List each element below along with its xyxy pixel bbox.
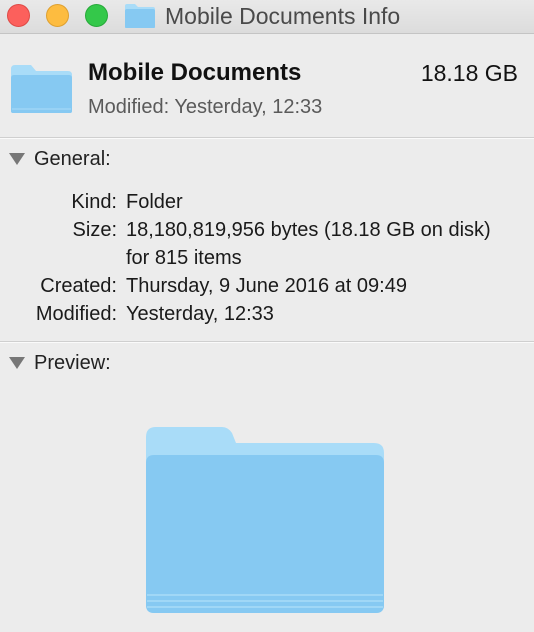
size-label: Size:: [72, 219, 117, 241]
document-size: 18.18 GB: [420, 60, 518, 86]
general-section-title: General:: [34, 148, 111, 170]
title-bar: Mobile Documents Info: [0, 0, 534, 34]
created-label: Created:: [40, 275, 117, 297]
modified-row-value: Yesterday, 12:33: [126, 303, 274, 325]
modified-row-label: Modified:: [35, 303, 117, 325]
window-title: Mobile Documents Info: [165, 3, 401, 29]
document-name: Mobile Documents: [88, 59, 302, 86]
divider: [0, 137, 534, 139]
folder-icon: [125, 4, 155, 28]
created-value: Thursday, 9 June 2016 at 09:49: [126, 275, 407, 297]
divider: [0, 341, 534, 343]
disclosure-triangle-icon[interactable]: [9, 153, 25, 165]
kind-value: Folder: [126, 191, 183, 213]
preview-section-title: Preview:: [34, 352, 111, 374]
disclosure-triangle-icon[interactable]: [9, 357, 25, 369]
zoom-button[interactable]: [85, 4, 108, 27]
modified-value: Yesterday, 12:33: [174, 96, 323, 118]
modified-label: Modified:: [88, 96, 170, 118]
folder-icon: [11, 65, 72, 113]
close-button[interactable]: [7, 4, 30, 27]
folder-icon: [146, 427, 384, 613]
size-value: 18,180,819,956 bytes (18.18 GB on disk) …: [126, 219, 491, 269]
document-modified: Modified: Yesterday, 12:33: [88, 94, 322, 120]
kind-label: Kind:: [71, 191, 117, 213]
minimize-button[interactable]: [46, 4, 69, 27]
